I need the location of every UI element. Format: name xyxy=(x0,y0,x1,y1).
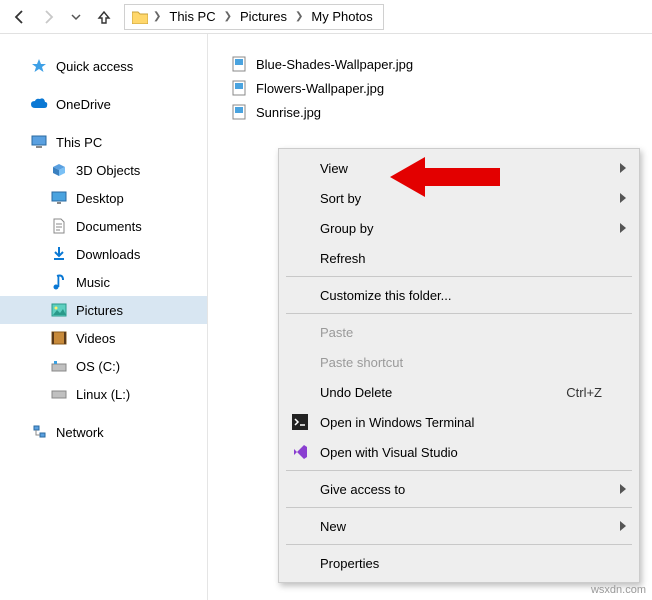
sidebar-item-network[interactable]: Network xyxy=(0,418,207,446)
chevron-right-icon: ❯ xyxy=(295,11,303,22)
network-icon xyxy=(30,423,48,441)
menu-open-windows-terminal[interactable]: Open in Windows Terminal xyxy=(280,407,638,437)
download-icon xyxy=(50,245,68,263)
sidebar-item-drive-c[interactable]: OS (C:) xyxy=(0,352,207,380)
sidebar-item-onedrive[interactable]: OneDrive xyxy=(0,90,207,118)
sidebar-item-drive-l[interactable]: Linux (L:) xyxy=(0,380,207,408)
desktop-icon xyxy=(50,189,68,207)
sidebar-item-label: Documents xyxy=(76,219,142,234)
pictures-icon xyxy=(50,301,68,319)
menu-refresh[interactable]: Refresh xyxy=(280,243,638,273)
sidebar-item-label: Desktop xyxy=(76,191,124,206)
recent-dropdown[interactable] xyxy=(62,3,90,31)
drive-icon xyxy=(50,385,68,403)
chevron-right-icon: ❯ xyxy=(224,11,232,22)
monitor-icon xyxy=(30,133,48,151)
sidebar-item-label: Downloads xyxy=(76,247,140,262)
annotation-arrow xyxy=(390,152,500,202)
menu-separator xyxy=(286,313,632,314)
file-item[interactable]: Blue-Shades-Wallpaper.jpg xyxy=(230,52,652,76)
navigation-sidebar: Quick access OneDrive This PC 3D Objects… xyxy=(0,34,208,600)
menu-label: Customize this folder... xyxy=(320,288,452,303)
forward-button[interactable] xyxy=(34,3,62,31)
sidebar-item-label: Pictures xyxy=(76,303,123,318)
sidebar-item-music[interactable]: Music xyxy=(0,268,207,296)
drive-icon xyxy=(50,357,68,375)
menu-label: View xyxy=(320,161,348,176)
menu-label: Group by xyxy=(320,221,373,236)
sidebar-item-label: Videos xyxy=(76,331,116,346)
menu-open-visual-studio[interactable]: Open with Visual Studio xyxy=(280,437,638,467)
document-icon xyxy=(50,217,68,235)
star-icon xyxy=(30,57,48,75)
sidebar-item-label: Linux (L:) xyxy=(76,387,130,402)
toolbar: ❯ This PC ❯ Pictures ❯ My Photos xyxy=(0,0,652,34)
sidebar-item-this-pc[interactable]: This PC xyxy=(0,128,207,156)
menu-label: Open in Windows Terminal xyxy=(320,415,474,430)
cloud-icon xyxy=(30,95,48,113)
menu-separator xyxy=(286,507,632,508)
sidebar-item-label: Network xyxy=(56,425,104,440)
visual-studio-icon xyxy=(290,442,310,462)
file-item[interactable]: Flowers-Wallpaper.jpg xyxy=(230,76,652,100)
sidebar-item-downloads[interactable]: Downloads xyxy=(0,240,207,268)
sidebar-item-label: Quick access xyxy=(56,59,133,74)
folder-icon xyxy=(131,8,149,26)
sidebar-item-3d-objects[interactable]: 3D Objects xyxy=(0,156,207,184)
up-button[interactable] xyxy=(90,3,118,31)
chevron-right-icon: ❯ xyxy=(153,11,161,22)
sidebar-item-label: OneDrive xyxy=(56,97,111,112)
breadcrumb-part[interactable]: This PC xyxy=(165,7,219,26)
menu-give-access-to[interactable]: Give access to xyxy=(280,474,638,504)
menu-shortcut: Ctrl+Z xyxy=(566,385,602,400)
menu-properties[interactable]: Properties xyxy=(280,548,638,578)
sidebar-item-label: This PC xyxy=(56,135,102,150)
menu-group-by[interactable]: Group by xyxy=(280,213,638,243)
video-icon xyxy=(50,329,68,347)
menu-customize-folder[interactable]: Customize this folder... xyxy=(280,280,638,310)
file-name: Flowers-Wallpaper.jpg xyxy=(256,81,384,96)
image-file-icon xyxy=(230,79,248,97)
back-button[interactable] xyxy=(6,3,34,31)
cube-icon xyxy=(50,161,68,179)
menu-label: Undo Delete xyxy=(320,385,392,400)
menu-paste: Paste xyxy=(280,317,638,347)
terminal-icon xyxy=(290,412,310,432)
menu-label: New xyxy=(320,519,346,534)
file-name: Sunrise.jpg xyxy=(256,105,321,120)
image-file-icon xyxy=(230,103,248,121)
menu-label: Open with Visual Studio xyxy=(320,445,458,460)
sidebar-item-label: Music xyxy=(76,275,110,290)
context-menu: View Sort by Group by Refresh Customize … xyxy=(278,148,640,583)
menu-label: Sort by xyxy=(320,191,361,206)
sidebar-item-quick-access[interactable]: Quick access xyxy=(0,52,207,80)
menu-label: Properties xyxy=(320,556,379,571)
menu-separator xyxy=(286,544,632,545)
menu-paste-shortcut: Paste shortcut xyxy=(280,347,638,377)
sidebar-item-label: 3D Objects xyxy=(76,163,140,178)
sidebar-item-documents[interactable]: Documents xyxy=(0,212,207,240)
sidebar-item-label: OS (C:) xyxy=(76,359,120,374)
breadcrumb-part[interactable]: Pictures xyxy=(236,7,291,26)
menu-label: Paste shortcut xyxy=(320,355,403,370)
address-bar[interactable]: ❯ This PC ❯ Pictures ❯ My Photos xyxy=(124,4,384,30)
menu-separator xyxy=(286,470,632,471)
menu-separator xyxy=(286,276,632,277)
breadcrumb-part[interactable]: My Photos xyxy=(307,7,376,26)
music-icon xyxy=(50,273,68,291)
watermark: wsxdn.com xyxy=(591,584,646,596)
image-file-icon xyxy=(230,55,248,73)
sidebar-item-desktop[interactable]: Desktop xyxy=(0,184,207,212)
menu-undo-delete[interactable]: Undo Delete Ctrl+Z xyxy=(280,377,638,407)
file-name: Blue-Shades-Wallpaper.jpg xyxy=(256,57,413,72)
file-item[interactable]: Sunrise.jpg xyxy=(230,100,652,124)
sidebar-item-pictures[interactable]: Pictures xyxy=(0,296,207,324)
sidebar-item-videos[interactable]: Videos xyxy=(0,324,207,352)
menu-new[interactable]: New xyxy=(280,511,638,541)
menu-label: Refresh xyxy=(320,251,366,266)
menu-label: Give access to xyxy=(320,482,405,497)
menu-label: Paste xyxy=(320,325,353,340)
